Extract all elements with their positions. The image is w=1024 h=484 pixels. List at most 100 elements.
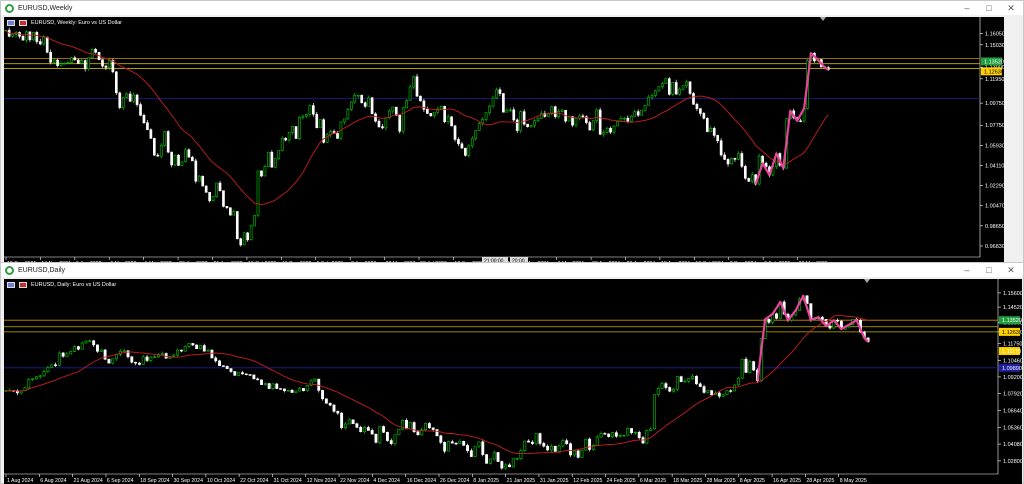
- candle-body: [183, 346, 187, 352]
- candle-body: [730, 158, 733, 165]
- candle-body: [657, 86, 661, 92]
- candle-body: [349, 101, 353, 110]
- candle-body: [237, 372, 241, 376]
- candle-body: [748, 361, 752, 373]
- minimize-button[interactable]: –: [961, 2, 973, 14]
- weekly-chart-window[interactable]: EURUSD,Weekly – □ ✕ 1.160501.150301.1300…: [0, 0, 1024, 276]
- candle-body: [412, 76, 415, 88]
- time-tick-label: 6 Sep 2024: [107, 478, 134, 484]
- candle-body: [201, 175, 205, 187]
- shift-marker-icon[interactable]: [820, 17, 826, 21]
- candle-body: [382, 426, 386, 433]
- candle-body: [394, 106, 398, 116]
- candle-body: [197, 175, 201, 182]
- candle-body: [736, 377, 740, 386]
- weekly-chart-canvas[interactable]: 1.160501.150301.130001.119501.097501.077…: [4, 17, 1004, 267]
- candle-body: [464, 147, 467, 156]
- time-tick-label: 31 Oct 2024: [273, 478, 301, 484]
- candle-body: [595, 436, 599, 446]
- candle-body: [156, 154, 160, 157]
- time-tick-label: 22 Nov 2024: [340, 478, 370, 484]
- candle-body: [366, 427, 370, 431]
- maximize-button[interactable]: □: [983, 2, 995, 14]
- price-tag-label: 1.13520: [984, 59, 1004, 65]
- time-tick-label: 6 Mar 2025: [640, 478, 666, 484]
- candle-body: [214, 357, 218, 362]
- candle-body: [502, 93, 505, 113]
- candle-body: [546, 445, 550, 451]
- price-tick-label: 1.07750: [985, 123, 1004, 129]
- daily-chart-canvas[interactable]: 1.156001.145201.133501.126301.117501.104…: [4, 279, 1022, 484]
- candle-body: [70, 57, 73, 63]
- candle-body: [118, 92, 122, 108]
- candle-body: [204, 185, 208, 193]
- candle-body: [536, 118, 540, 122]
- candle-body: [595, 109, 599, 121]
- candle-body: [290, 389, 294, 393]
- candle-body: [367, 97, 370, 107]
- shift-marker-icon[interactable]: [864, 279, 870, 283]
- candle-body: [661, 83, 664, 87]
- candle-body: [710, 390, 714, 396]
- candle-body: [740, 153, 744, 167]
- candle-body: [221, 365, 225, 367]
- candle-body: [529, 125, 533, 128]
- candle-body: [458, 441, 462, 444]
- candle-body: [580, 449, 584, 458]
- candle-body: [426, 109, 429, 114]
- candle-body: [298, 388, 302, 392]
- price-tick-label: 0.96830: [985, 244, 1004, 250]
- candle-body: [145, 356, 149, 361]
- daily-chart-window[interactable]: EURUSD,Daily – □ ✕ 1.156001.145201.13350…: [0, 262, 1024, 484]
- candle-body: [488, 458, 492, 464]
- time-tick-label: 8 Apr 2025: [740, 478, 765, 484]
- daily-titlebar[interactable]: EURUSD,Daily – □ ✕: [1, 263, 1023, 277]
- candle-body: [305, 114, 308, 117]
- candle-body: [142, 114, 146, 124]
- candle-body: [336, 410, 340, 414]
- candle-body: [495, 89, 498, 99]
- close-button[interactable]: ✕: [1005, 264, 1017, 276]
- candle-body: [637, 431, 641, 438]
- candle-body: [159, 145, 163, 157]
- candle-body: [176, 349, 180, 356]
- candle-body: [477, 441, 481, 447]
- candle-body: [767, 319, 771, 323]
- candle-body: [73, 57, 77, 61]
- time-tick-label: 1 Aug 2024: [7, 478, 33, 484]
- candle-body: [752, 361, 756, 371]
- candle-body: [130, 356, 134, 363]
- candle-body: [405, 100, 408, 109]
- weekly-chart-svg[interactable]: 1.160501.150301.130001.119501.097501.077…: [4, 17, 1004, 267]
- candle-body: [733, 158, 737, 160]
- candle-body: [305, 384, 309, 391]
- candle-body: [170, 151, 173, 166]
- candle-body: [34, 376, 38, 380]
- daily-chart-svg[interactable]: 1.156001.145201.133501.126301.117501.104…: [4, 279, 1022, 484]
- candle-body: [286, 389, 290, 392]
- weekly-legend: EURUSD, Weekly: Euro vs US Dollar: [7, 20, 122, 26]
- weekly-titlebar[interactable]: EURUSD,Weekly – □ ✕: [1, 1, 1023, 15]
- candle-body: [726, 159, 730, 165]
- price-tick-label: 1.09750: [985, 101, 1004, 107]
- candle-body: [184, 149, 187, 163]
- candle-body: [253, 214, 256, 227]
- candle-body: [374, 433, 378, 443]
- candle-body: [280, 137, 284, 151]
- candle-body: [32, 32, 35, 41]
- candle-body: [76, 59, 80, 64]
- candle-body: [504, 464, 508, 469]
- weekly-legend-text: EURUSD, Weekly: Euro vs US Dollar: [31, 20, 122, 26]
- candle-body: [740, 358, 744, 379]
- candle-body: [160, 353, 164, 355]
- maximize-button[interactable]: □: [983, 264, 995, 276]
- candle-body: [49, 51, 52, 63]
- candle-body: [50, 364, 54, 368]
- candle-body: [294, 390, 298, 393]
- candle-body: [500, 461, 504, 469]
- candle-body: [83, 60, 87, 70]
- minimize-button[interactable]: –: [961, 264, 973, 276]
- candle-body: [187, 149, 191, 158]
- close-button[interactable]: ✕: [1005, 2, 1017, 14]
- candle-body: [664, 383, 668, 388]
